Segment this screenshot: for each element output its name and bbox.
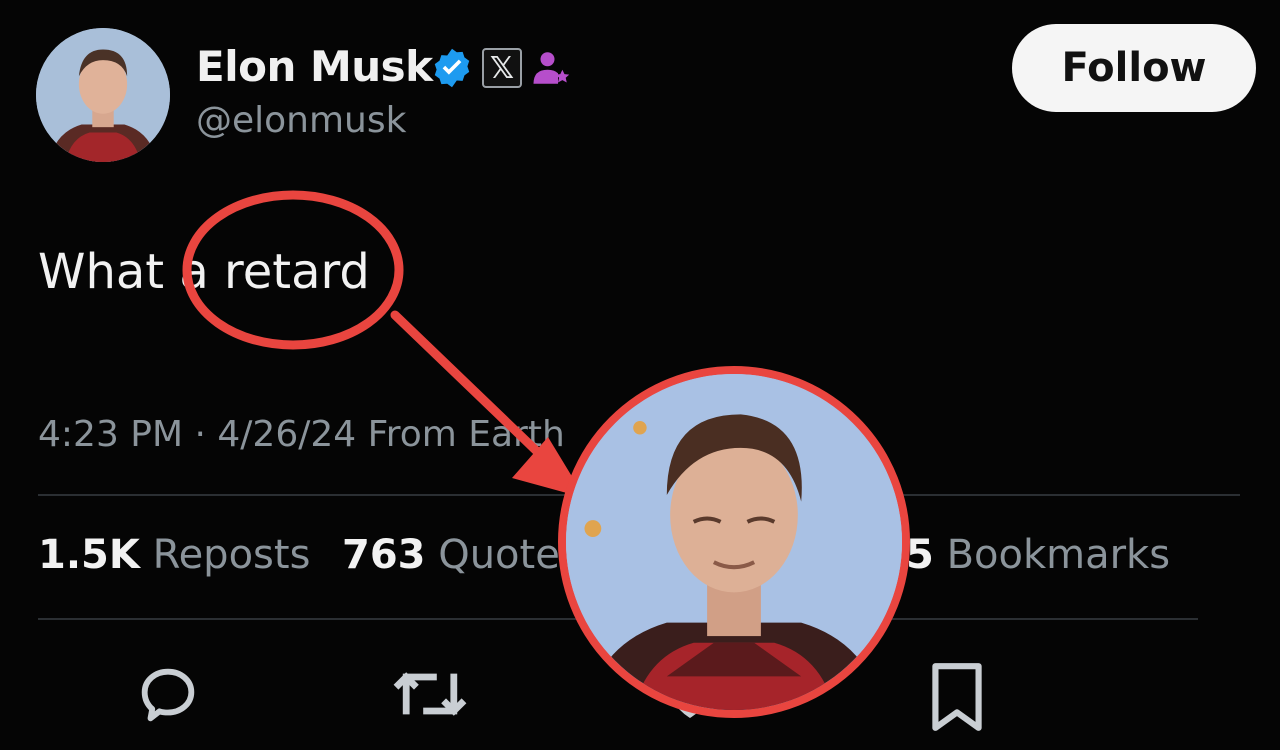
avatar-image — [36, 28, 170, 162]
repost-icon — [393, 672, 467, 716]
portrait-image — [566, 374, 902, 710]
profile-badges: 𝕏 — [430, 44, 572, 92]
inset-portrait-photo — [558, 366, 910, 718]
affiliate-person-icon — [533, 52, 570, 84]
tweet-timestamp[interactable]: 4:23 PM · 4/26/24 From Earth — [38, 414, 565, 455]
repost-button[interactable] — [388, 660, 472, 728]
quotes-count: 763 — [342, 532, 426, 578]
bookmarks-label: Bookmarks — [946, 532, 1171, 578]
display-name[interactable]: Elon Musk — [196, 42, 433, 91]
verified-badge-icon — [434, 48, 470, 88]
reposts-count: 1.5K — [38, 532, 140, 578]
reposts-stat[interactable]: 1.5K Reposts — [38, 532, 310, 578]
bookmarks-stat[interactable]: 5 Bookmarks — [906, 532, 1170, 578]
x-affiliation-badge: 𝕏 — [482, 48, 522, 88]
tweet-text: What a retard — [38, 244, 370, 300]
profile-avatar[interactable] — [36, 28, 170, 162]
bookmark-icon — [932, 663, 982, 731]
reply-icon — [141, 668, 195, 722]
follow-button[interactable]: Follow — [1012, 24, 1256, 112]
bookmarks-count: 5 — [906, 532, 934, 578]
reposts-label: Reposts — [152, 532, 311, 578]
user-handle[interactable]: @elonmusk — [196, 100, 406, 141]
reply-button[interactable] — [130, 660, 206, 730]
quotes-stat[interactable]: 763 Quotes — [342, 532, 581, 578]
bookmark-button[interactable] — [926, 660, 988, 734]
